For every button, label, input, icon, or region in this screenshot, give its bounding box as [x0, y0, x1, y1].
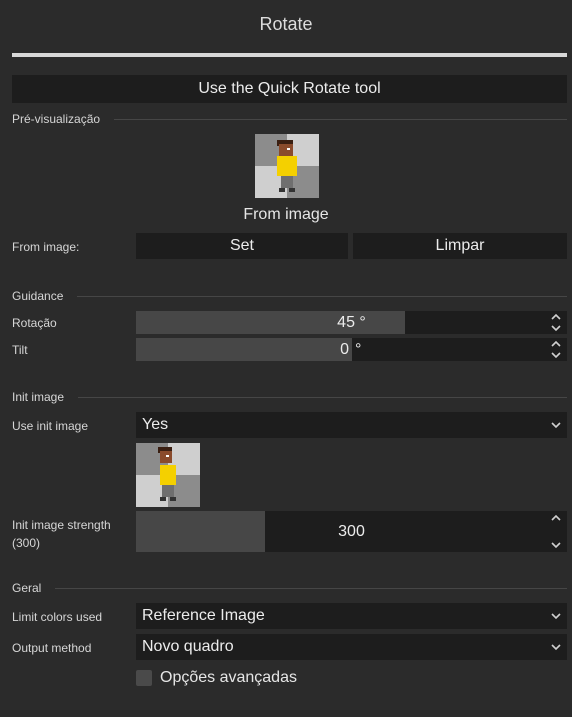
init-image-section-header: Init image: [12, 389, 567, 405]
character-sprite: [136, 443, 200, 507]
rotation-label: Rotação: [12, 316, 57, 330]
use-init-image-label: Use init image: [12, 419, 89, 433]
from-image-label: From image:: [12, 240, 80, 254]
advanced-options-toggle[interactable]: Opções avançadas: [136, 669, 297, 687]
tilt-slider-fill: [136, 338, 352, 361]
chevron-down-icon: [551, 422, 561, 429]
limit-colors-label: Limit colors used: [12, 610, 103, 624]
section-divider: [77, 295, 567, 297]
clear-button[interactable]: Limpar: [353, 233, 567, 259]
rotation-slider[interactable]: 45 °: [136, 311, 567, 334]
set-button[interactable]: Set: [136, 233, 348, 259]
preview-image: [255, 134, 319, 198]
preview-section-header: Pré-visualização: [12, 111, 567, 127]
use-init-image-value: Yes: [142, 416, 169, 433]
general-section-label: Geral: [12, 581, 42, 595]
title-divider: [12, 53, 567, 57]
tilt-value: 0: [340, 340, 349, 358]
dialog-title: Rotate: [259, 14, 313, 34]
chevron-down-icon[interactable]: [551, 541, 561, 549]
chevron-down-icon[interactable]: [551, 324, 561, 332]
use-init-image-select[interactable]: Yes: [136, 412, 567, 438]
tilt-unit: °: [355, 340, 362, 358]
quick-rotate-button[interactable]: Use the Quick Rotate tool: [12, 75, 567, 103]
output-method-label: Output method: [12, 641, 92, 655]
limit-colors-select[interactable]: Reference Image: [136, 603, 567, 629]
guidance-section-label: Guidance: [12, 289, 64, 303]
preview-caption: From image: [243, 206, 329, 223]
init-image-strength-label: Init image strength (300): [12, 518, 111, 550]
init-image-strength-slider[interactable]: 300: [136, 511, 567, 552]
limit-colors-value: Reference Image: [142, 607, 265, 624]
chevron-down-icon: [551, 644, 561, 651]
preview-section-label: Pré-visualização: [12, 112, 101, 126]
chevron-up-icon[interactable]: [551, 313, 561, 321]
chevron-down-icon[interactable]: [551, 351, 561, 359]
output-method-select[interactable]: Novo quadro: [136, 634, 567, 660]
init-image-strength-value: 300: [338, 522, 365, 540]
init-image-thumbnail[interactable]: [136, 443, 200, 507]
advanced-options-checkbox[interactable]: [136, 670, 152, 686]
tilt-label: Tilt: [12, 343, 28, 357]
rotation-value: 45 °: [337, 313, 366, 331]
section-divider: [55, 587, 567, 589]
general-section-header: Geral: [12, 580, 567, 596]
section-divider: [114, 118, 567, 120]
character-sprite: [255, 134, 319, 198]
chevron-up-icon[interactable]: [551, 340, 561, 348]
init-image-section-label: Init image: [12, 390, 65, 404]
chevron-down-icon: [551, 613, 561, 620]
tilt-slider[interactable]: 0 °: [136, 338, 567, 361]
chevron-up-icon[interactable]: [551, 514, 561, 522]
section-divider: [78, 396, 567, 398]
guidance-section-header: Guidance: [12, 288, 567, 304]
output-method-value: Novo quadro: [142, 638, 234, 655]
advanced-options-label: Opções avançadas: [160, 669, 297, 686]
